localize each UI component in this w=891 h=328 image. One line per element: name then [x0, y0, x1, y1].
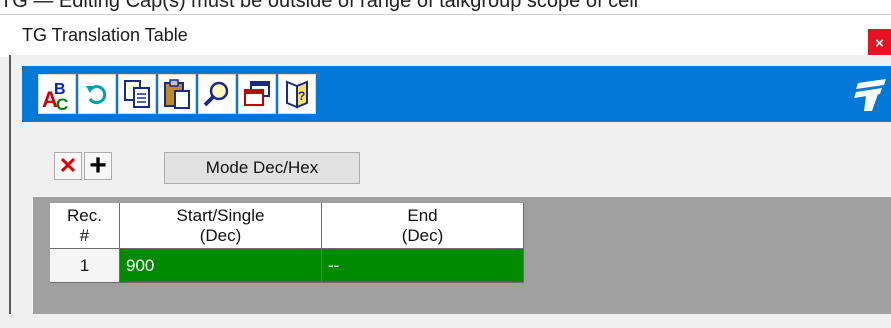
col-header-rec[interactable]: Rec. #: [50, 203, 120, 249]
col-header-rec-line2: #: [79, 226, 90, 245]
delete-record-button[interactable]: ✕: [54, 152, 82, 180]
row-1-start[interactable]: 900: [120, 249, 322, 283]
title-bar: TG Translation Table ×: [0, 15, 891, 57]
delete-icon: ✕: [58, 153, 78, 178]
row-1-end[interactable]: --: [322, 249, 524, 283]
col-header-end-line1: End: [407, 206, 438, 225]
col-header-end[interactable]: End (Dec): [322, 203, 524, 249]
undo-icon: [86, 85, 107, 105]
row-1-rec[interactable]: 1: [50, 249, 120, 283]
copy-icon: [124, 80, 150, 108]
close-button[interactable]: ×: [868, 29, 891, 57]
col-header-rec-line1: Rec.: [67, 206, 102, 225]
col-header-start-line2: (Dec): [199, 226, 242, 245]
help-book-icon: ?: [286, 80, 308, 109]
col-header-end-line2: (Dec): [401, 226, 444, 245]
col-header-start-line1: Start/Single: [176, 206, 265, 225]
window-title: TG Translation Table: [22, 25, 188, 45]
brand-logo-icon: [854, 79, 886, 111]
paste-icon: [164, 79, 190, 109]
translation-grid: Rec. # Start/Single (Dec) End (Dec) 1 90…: [32, 196, 891, 314]
col-header-start[interactable]: Start/Single (Dec): [120, 203, 322, 249]
close-icon: ×: [875, 34, 884, 52]
main-toolbar: A B C ?: [22, 66, 891, 122]
add-record-button[interactable]: +: [84, 149, 112, 182]
window-icon: [244, 81, 270, 106]
undo-button[interactable]: [78, 74, 116, 114]
add-icon: +: [89, 149, 107, 182]
window-button[interactable]: [238, 74, 276, 114]
mode-dec-hex-button[interactable]: Mode Dec/Hex: [164, 152, 360, 184]
action-row: ✕ + Mode Dec/Hex: [22, 122, 891, 192]
spell-check-button[interactable]: A B C: [38, 74, 76, 114]
find-button[interactable]: [198, 74, 236, 114]
help-button[interactable]: ?: [278, 74, 316, 114]
background-text: TG — Editing Cap(s) must be outside of r…: [0, 0, 639, 12]
copy-button[interactable]: [118, 74, 156, 114]
svg-text:C: C: [56, 95, 68, 111]
svg-text:?: ?: [298, 89, 305, 103]
spell-check-icon: A B C: [42, 81, 68, 111]
paste-button[interactable]: [158, 74, 196, 114]
find-icon: [203, 81, 229, 107]
